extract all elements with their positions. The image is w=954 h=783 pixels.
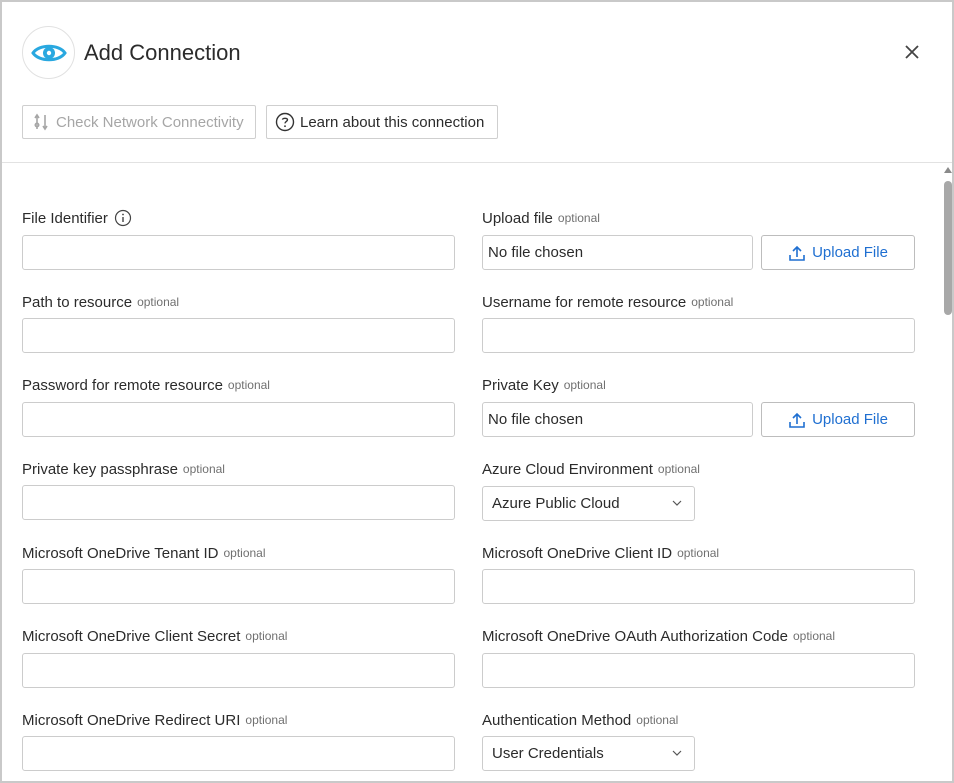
azure-cloud-env-field: Azure Cloud Environment optional — [482, 459, 700, 479]
azure-cloud-env-select[interactable]: Azure Public Cloud — [482, 486, 695, 521]
optional-tag: optional — [677, 546, 720, 560]
private-key-passphrase-label: Private key passphrase — [22, 460, 178, 478]
private-key-upload-label: Upload File — [812, 411, 888, 428]
onedrive-redirect-uri-label: Microsoft OneDrive Redirect URI — [22, 711, 241, 729]
private-key-label: Private Key — [482, 376, 559, 394]
optional-tag: optional — [792, 629, 836, 643]
dialog-header: Add Connection — [22, 26, 932, 80]
onedrive-tenant-id-label: Microsoft OneDrive Tenant ID — [22, 544, 219, 562]
file-identifier-field: File Identifier — [22, 208, 132, 228]
password-remote-field: Password for remote resource optional — [22, 375, 270, 395]
optional-tag: optional — [657, 462, 700, 476]
scrollbar-thumb[interactable] — [944, 181, 952, 315]
optional-tag: optional — [691, 295, 734, 309]
scroll-up-arrow-icon[interactable] — [944, 167, 952, 173]
onedrive-client-id-label: Microsoft OneDrive Client ID — [482, 544, 673, 562]
private-key-status: No file chosen — [482, 402, 753, 437]
onedrive-tenant-id-field: Microsoft OneDrive Tenant ID optional — [22, 543, 266, 563]
upload-icon — [788, 411, 806, 429]
upload-file-status: No file chosen — [482, 235, 753, 270]
onedrive-client-secret-label: Microsoft OneDrive Client Secret — [22, 627, 241, 645]
learn-connection-button[interactable]: Learn about this connection — [266, 105, 498, 139]
question-circle-icon — [275, 112, 295, 132]
info-icon[interactable] — [114, 209, 132, 227]
dialog-title: Add Connection — [84, 40, 241, 65]
upload-file-button[interactable]: Upload File — [761, 235, 915, 270]
username-remote-label: Username for remote resource — [482, 293, 687, 311]
file-identifier-label: File Identifier — [22, 209, 108, 227]
auth-method-value: User Credentials — [492, 745, 604, 762]
private-key-passphrase-input[interactable] — [22, 485, 455, 520]
username-remote-field: Username for remote resource optional — [482, 292, 733, 312]
optional-tag: optional — [557, 211, 600, 225]
optional-tag: optional — [137, 295, 180, 309]
password-remote-input[interactable] — [22, 402, 455, 437]
auth-method-select[interactable]: User Credentials — [482, 736, 695, 771]
connection-logo — [22, 26, 75, 79]
check-network-label: Check Network Connectivity — [56, 113, 244, 131]
private-key-upload-button[interactable]: Upload File — [761, 402, 915, 437]
optional-tag: optional — [227, 378, 270, 392]
eye-icon — [30, 44, 67, 61]
optional-tag: optional — [245, 713, 288, 727]
onedrive-redirect-uri-input[interactable] — [22, 736, 455, 771]
optional-tag: optional — [223, 546, 266, 560]
form-scrollbar[interactable] — [942, 167, 952, 781]
close-icon — [905, 45, 919, 59]
onedrive-client-secret-field: Microsoft OneDrive Client Secret optiona… — [22, 626, 287, 646]
password-remote-label: Password for remote resource — [22, 376, 223, 394]
azure-cloud-env-label: Azure Cloud Environment — [482, 460, 653, 478]
username-remote-input[interactable] — [482, 318, 915, 353]
chevron-down-icon — [672, 748, 682, 758]
private-key-passphrase-field: Private key passphrase optional — [22, 459, 225, 479]
upload-file-field: Upload file optional — [482, 208, 600, 228]
add-connection-dialog: Add Connection Check Network Connectivit… — [0, 0, 954, 783]
learn-connection-label: Learn about this connection — [300, 113, 485, 131]
network-check-icon — [31, 112, 51, 132]
upload-icon — [788, 244, 806, 262]
auth-method-label: Authentication Method — [482, 711, 632, 729]
path-to-resource-field: Path to resource optional — [22, 292, 179, 312]
onedrive-client-secret-input[interactable] — [22, 653, 455, 688]
optional-tag: optional — [245, 629, 288, 643]
optional-tag: optional — [636, 713, 679, 727]
path-to-resource-input[interactable] — [22, 318, 455, 353]
upload-file-label: Upload file — [482, 209, 553, 227]
check-network-button[interactable]: Check Network Connectivity — [22, 105, 256, 139]
onedrive-oauth-code-input[interactable] — [482, 653, 915, 688]
onedrive-tenant-id-input[interactable] — [22, 569, 455, 604]
file-identifier-input[interactable] — [22, 235, 455, 270]
connection-form: File Identifier Upload file optional No … — [2, 163, 942, 781]
close-button[interactable] — [900, 40, 924, 64]
auth-method-field: Authentication Method optional — [482, 710, 678, 730]
onedrive-redirect-uri-field: Microsoft OneDrive Redirect URI optional — [22, 710, 287, 730]
optional-tag: optional — [563, 378, 606, 392]
onedrive-oauth-code-label: Microsoft OneDrive OAuth Authorization C… — [482, 627, 788, 645]
private-key-field: Private Key optional — [482, 375, 606, 395]
azure-cloud-env-value: Azure Public Cloud — [492, 495, 620, 512]
onedrive-oauth-code-field: Microsoft OneDrive OAuth Authorization C… — [482, 626, 835, 646]
onedrive-client-id-input[interactable] — [482, 569, 915, 604]
optional-tag: optional — [182, 462, 225, 476]
chevron-down-icon — [672, 498, 682, 508]
path-to-resource-label: Path to resource — [22, 293, 133, 311]
onedrive-client-id-field: Microsoft OneDrive Client ID optional — [482, 543, 719, 563]
upload-file-button-label: Upload File — [812, 244, 888, 261]
